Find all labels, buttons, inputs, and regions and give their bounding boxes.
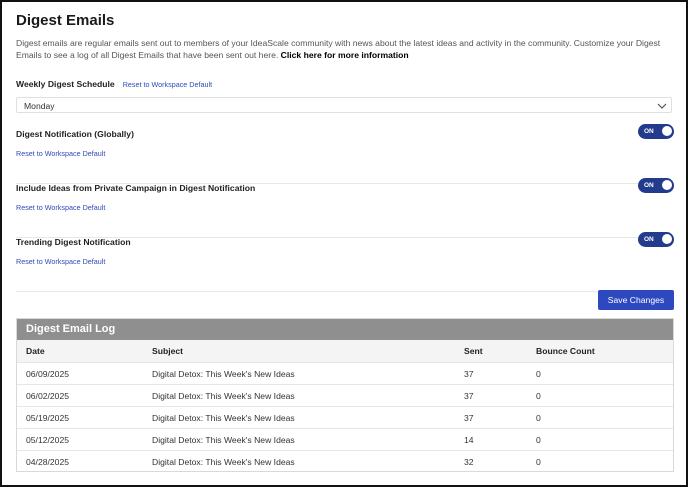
column-header-subject: Subject [152,340,464,363]
digest-email-log: Digest Email Log Date Subject Sent Bounc… [16,318,674,472]
page-frame: Digest Emails Digest emails are regular … [0,0,688,487]
cell-date: 05/19/2025 [17,406,152,429]
toggle-label: ON [644,236,654,243]
column-header-sent: Sent [464,340,536,363]
more-info-link[interactable]: Click here for more information [281,50,409,60]
toggle-knob [661,233,673,245]
cell-bounce-count: 0 [536,450,673,471]
setting-label: Digest Notification (Globally) [16,129,134,139]
reset-trending-digest-link[interactable]: Reset to Workspace Default [16,257,105,266]
cell-subject: Digital Detox: This Week's New Ideas [152,384,464,407]
toggle-label: ON [644,128,654,135]
cell-subject: Digital Detox: This Week's New Ideas [152,450,464,471]
cell-bounce-count: 0 [536,362,673,385]
reset-private-campaign-link[interactable]: Reset to Workspace Default [16,203,105,212]
private-campaign-toggle[interactable]: ON [638,178,674,193]
cell-date: 06/09/2025 [17,362,152,385]
page-title: Digest Emails [16,12,115,29]
table-row: 06/09/2025 Digital Detox: This Week's Ne… [17,362,673,385]
cell-subject: Digital Detox: This Week's New Ideas [152,362,464,385]
chevron-down-icon [657,103,667,109]
cell-date: 06/02/2025 [17,384,152,407]
digest-notification-toggle[interactable]: ON [638,124,674,139]
weekly-schedule-row: Weekly Digest Schedule Reset to Workspac… [16,79,212,89]
weekly-schedule-select[interactable]: Monday [16,97,672,113]
cell-bounce-count: 0 [536,384,673,407]
toggle-label: ON [644,182,654,189]
column-header-bounce-count: Bounce Count [536,340,673,363]
setting-private-campaign-ideas: Include Ideas from Private Campaign in D… [16,178,674,238]
reset-schedule-link[interactable]: Reset to Workspace Default [123,80,212,89]
cell-date: 04/28/2025 [17,450,152,471]
cell-bounce-count: 0 [536,406,673,429]
table-row: 04/28/2025 Digital Detox: This Week's Ne… [17,450,673,471]
page-description: Digest emails are regular emails sent ou… [16,37,664,61]
log-header-row: Date Subject Sent Bounce Count [17,340,673,363]
toggle-knob [661,125,673,137]
cell-sent: 37 [464,362,536,385]
setting-trending-digest: Trending Digest Notification Reset to Wo… [16,232,674,292]
save-changes-button[interactable]: Save Changes [598,290,674,310]
trending-digest-toggle[interactable]: ON [638,232,674,247]
cell-sent: 37 [464,384,536,407]
cell-subject: Digital Detox: This Week's New Ideas [152,428,464,451]
reset-digest-notification-link[interactable]: Reset to Workspace Default [16,149,105,158]
table-row: 06/02/2025 Digital Detox: This Week's Ne… [17,384,673,407]
setting-digest-notification: Digest Notification (Globally) Reset to … [16,124,674,184]
log-table: Date Subject Sent Bounce Count 06/09/202… [17,340,673,471]
log-title: Digest Email Log [17,319,673,340]
table-row: 05/19/2025 Digital Detox: This Week's Ne… [17,406,673,429]
setting-label: Include Ideas from Private Campaign in D… [16,183,256,193]
column-header-date: Date [17,340,152,363]
cell-sent: 37 [464,406,536,429]
cell-date: 05/12/2025 [17,428,152,451]
cell-bounce-count: 0 [536,428,673,451]
selected-day: Monday [24,101,55,111]
setting-label: Trending Digest Notification [16,237,131,247]
toggle-knob [661,179,673,191]
cell-sent: 14 [464,428,536,451]
table-row: 05/12/2025 Digital Detox: This Week's Ne… [17,428,673,451]
cell-sent: 32 [464,450,536,471]
cell-subject: Digital Detox: This Week's New Ideas [152,406,464,429]
weekly-schedule-label: Weekly Digest Schedule [16,79,115,89]
